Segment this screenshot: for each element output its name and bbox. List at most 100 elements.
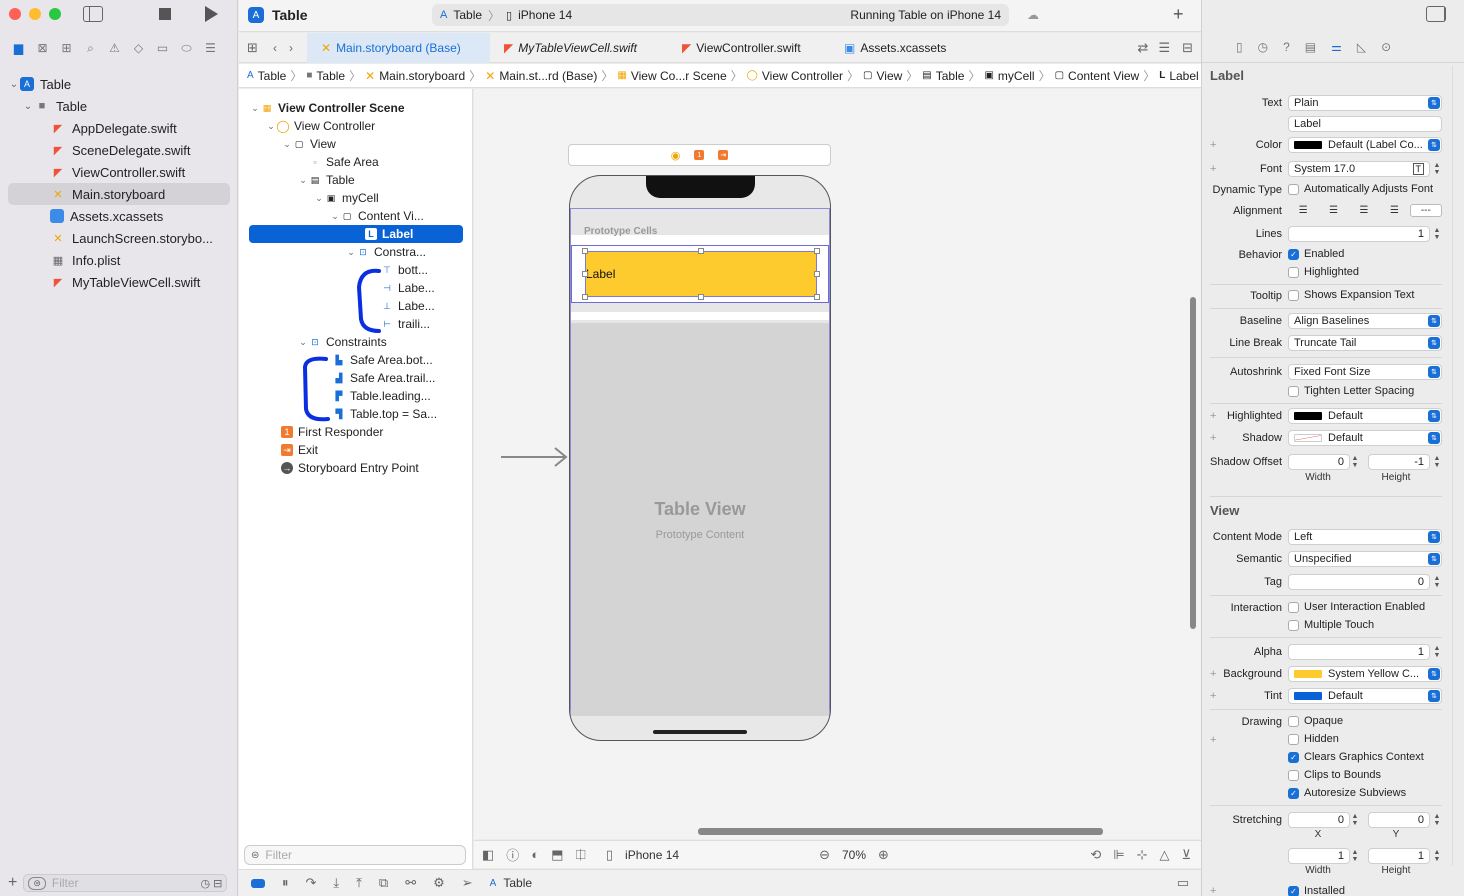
update-frames-icon[interactable]: ⟲ (1090, 847, 1101, 863)
identity-inspector-icon[interactable]: ▤ (1305, 40, 1316, 54)
memory-graph-icon[interactable]: ⚯ (405, 875, 416, 891)
view-controller-icon[interactable]: ◉ (671, 149, 681, 162)
file-row[interactable]: ▦ Info.plist (8, 249, 230, 271)
tint-color-popup[interactable]: Default ⇅ (1288, 688, 1442, 704)
embed-icon[interactable]: ⊻ (1181, 847, 1191, 863)
related-items-icon[interactable]: ⇄ (1138, 40, 1149, 56)
text-color-popup[interactable]: Default (Label Co... ⇅ (1288, 137, 1442, 153)
align-left-icon[interactable]: ☰ (1288, 205, 1318, 216)
align-icon[interactable]: ⊫ (1113, 847, 1124, 863)
breadcrumb-item[interactable]: Main.st...rd (Base) (499, 69, 597, 83)
exit-icon[interactable]: ⇥ (718, 150, 729, 160)
inspector-toggle-icon[interactable] (1426, 6, 1446, 22)
tab-assets[interactable]: ▣ Assets.xcassets (830, 33, 970, 63)
stretch-x-stepper[interactable]: ▲ ▼ (1350, 812, 1360, 828)
file-row[interactable]: ◤ ViewController.swift (8, 161, 230, 183)
clears-graphics-checkbox[interactable]: ✓ Clears Graphics Context (1288, 751, 1424, 763)
add-constraints-icon[interactable]: ⊹ (1137, 847, 1148, 863)
align-natural-icon[interactable]: --- (1409, 203, 1443, 217)
stretch-width-stepper[interactable]: ▲ ▼ (1350, 848, 1360, 864)
group-row[interactable]: ⌄ ■ Table (8, 95, 230, 117)
line-break-popup[interactable]: Truncate Tail ⇅ (1288, 335, 1442, 351)
document-outline-toggle-icon[interactable]: ◧ (482, 847, 494, 863)
stretch-y-field[interactable]: 0 (1368, 812, 1430, 828)
outline-content-view[interactable]: ⌄ ▢ Content Vi... (249, 207, 463, 225)
breadcrumb-item[interactable]: myCell (998, 69, 1035, 83)
opaque-checkbox[interactable]: Opaque (1288, 715, 1343, 727)
stop-icon[interactable] (159, 8, 171, 20)
orientation-icon[interactable]: ⬒ (551, 847, 563, 863)
zoom-out-icon[interactable]: ⊖ (819, 847, 830, 863)
breadcrumb-item[interactable]: Content View (1068, 69, 1139, 83)
lines-stepper[interactable]: ▲ ▼ (1432, 226, 1442, 242)
breadcrumb-item[interactable]: Table (258, 69, 287, 83)
find-icon[interactable]: ⌕ (82, 41, 99, 56)
tab-viewcontroller[interactable]: ◤ ViewController.swift (668, 33, 830, 63)
multiple-touch-checkbox[interactable]: Multiple Touch (1288, 619, 1374, 631)
resize-handle[interactable] (814, 271, 820, 277)
alignment-segmented[interactable]: ☰ ☰ ☰ ☰ --- (1288, 202, 1443, 218)
installed-checkbox[interactable]: ✓ Installed (1288, 885, 1345, 896)
outline-constraint[interactable]: ▜ Table.top = Sa... (249, 405, 463, 423)
view-hierarchy-icon[interactable]: ⧉ (379, 875, 388, 891)
file-row[interactable]: ◤ SceneDelegate.swift (8, 139, 230, 161)
alpha-field[interactable]: 1 (1288, 644, 1430, 660)
dynamic-type-checkbox[interactable]: Automatically Adjusts Font (1288, 183, 1433, 195)
outline-cell[interactable]: ⌄ ▣ myCell (249, 189, 463, 207)
stretch-height-stepper[interactable]: ▲ ▼ (1432, 848, 1442, 864)
highlighted-color-popup[interactable]: Default ⇅ (1288, 408, 1442, 424)
forward-icon[interactable]: › (289, 41, 293, 55)
highlighted-checkbox[interactable]: Highlighted (1288, 266, 1359, 278)
layout-icon[interactable]: ⎅ (575, 847, 585, 863)
semantic-popup[interactable]: Unspecified ⇅ (1288, 551, 1442, 567)
attributes-inspector-icon[interactable]: ⚌ (1331, 40, 1342, 54)
file-row-selected[interactable]: ✕ Main.storyboard (8, 183, 230, 205)
breadcrumb-item[interactable]: Table (936, 69, 965, 83)
step-in-icon[interactable]: ⤓ (333, 875, 339, 891)
font-field[interactable]: System 17.0 T (1288, 161, 1430, 177)
font-picker-icon[interactable]: T (1412, 163, 1424, 175)
step-out-icon[interactable]: ⤒ (356, 875, 362, 891)
tag-field[interactable]: 0 (1288, 574, 1430, 590)
tab-main-storyboard[interactable]: ✕ Main.storyboard (Base) (307, 32, 490, 63)
resize-handle[interactable] (582, 271, 588, 277)
outline-exit[interactable]: ⇥ Exit (249, 441, 463, 459)
file-row[interactable]: ✕ LaunchScreen.storybo... (8, 227, 230, 249)
outline-scene[interactable]: ⌄ ▦ View Controller Scene (249, 99, 463, 117)
editor-options-icon[interactable]: ☰ (1158, 40, 1170, 56)
device-selector[interactable]: iPhone 14 (518, 8, 572, 22)
pause-icon[interactable]: ⏸ (282, 875, 289, 891)
shadow-width-stepper[interactable]: ▲ ▼ (1350, 454, 1360, 470)
outline-safe-area[interactable]: ▫ Safe Area (249, 153, 463, 171)
breakpoint-icon[interactable]: ⬭ (178, 41, 195, 56)
hidden-checkbox[interactable]: Hidden (1288, 733, 1339, 745)
breadcrumb-item[interactable]: Label (1169, 69, 1198, 83)
shadow-color-popup[interactable]: Default ⇅ (1288, 430, 1442, 446)
debug-area-toggle-icon[interactable] (251, 878, 265, 888)
stretch-height-field[interactable]: 1 (1368, 848, 1430, 864)
table-view[interactable]: Prototype Cells Label Table View Prototy… (570, 208, 830, 716)
grid-icon[interactable]: ⊞ (247, 40, 265, 56)
resolve-issues-icon[interactable]: △ (1159, 847, 1169, 863)
appearance-icon[interactable]: ◐ (531, 847, 539, 862)
connections-inspector-icon[interactable]: ⊙ (1381, 40, 1391, 54)
resize-handle[interactable] (814, 248, 820, 254)
cell-label[interactable]: Label (585, 251, 817, 297)
enabled-checkbox[interactable]: ✓ Enabled (1288, 248, 1344, 260)
file-inspector-icon[interactable]: ▯ (1236, 40, 1243, 54)
outline-table[interactable]: ⌄ ▤ Table (249, 171, 463, 189)
sidebar-toggle-icon[interactable] (83, 6, 103, 22)
clips-to-bounds-checkbox[interactable]: Clips to Bounds (1288, 769, 1381, 781)
back-icon[interactable]: ‹ (273, 41, 277, 55)
breadcrumb-item[interactable]: Table (316, 69, 345, 83)
hierarchy-icon[interactable]: ⊞ (58, 41, 75, 55)
outline-constraint[interactable]: ▟ Safe Area.trail... (249, 369, 463, 387)
issues-icon[interactable]: ⚠ (106, 41, 123, 55)
add-variation-icon[interactable]: + (1210, 734, 1216, 746)
tighten-checkbox[interactable]: Tighten Letter Spacing (1288, 385, 1414, 397)
horizontal-scrollbar[interactable] (698, 828, 1103, 835)
text-type-popup[interactable]: Plain ⇅ (1288, 95, 1442, 111)
resize-handle[interactable] (582, 248, 588, 254)
stretch-x-field[interactable]: 0 (1288, 812, 1350, 828)
text-content-field[interactable]: Label (1288, 116, 1442, 132)
